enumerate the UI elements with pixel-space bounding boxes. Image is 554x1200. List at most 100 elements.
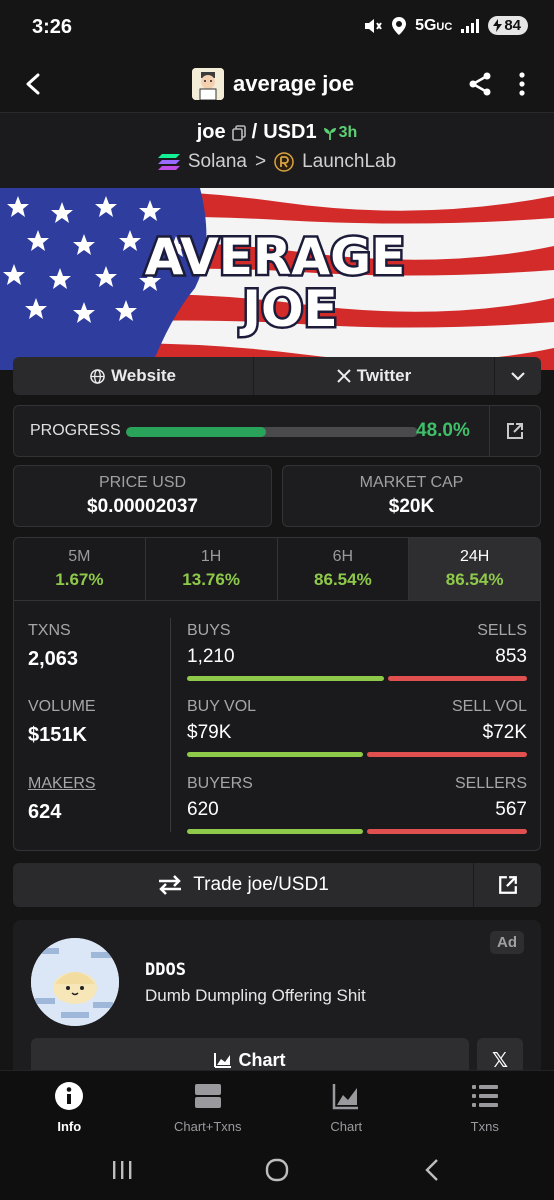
timeframe-stats-card: 5M 1.67% 1H 13.76% 6H 86.54% 24H 86.54% … [13, 537, 541, 851]
mute-icon [365, 18, 382, 33]
buyers-sellers-bar [187, 829, 527, 834]
x-logo-icon [337, 369, 351, 383]
status-icons: 5GUC 84 [363, 16, 528, 35]
price-card: PRICE USD $0.00002037 [13, 465, 272, 527]
trade-bar: Trade joe/USD1 [13, 863, 541, 907]
system-navigation [0, 1140, 554, 1200]
external-link-icon [507, 423, 523, 439]
copy-icon[interactable] [231, 124, 246, 141]
buys-sells-bar [187, 676, 527, 681]
tab-6h[interactable]: 6H 86.54% [278, 538, 410, 600]
progress-track [126, 427, 418, 437]
volume-value: $151K [28, 724, 87, 746]
more-links-button[interactable] [495, 357, 541, 395]
progress-value: 48.0% [416, 420, 470, 441]
trade-external-button[interactable] [474, 863, 541, 907]
tab-change: 1.67% [55, 570, 104, 589]
nav-label: Chart+Txns [173, 1119, 242, 1134]
dex-name[interactable]: LaunchLab [302, 151, 396, 173]
arrow-left-icon [26, 73, 40, 95]
token-banner: AVERAGE JOE [0, 188, 554, 370]
makers-value: 624 [28, 801, 62, 823]
buys-bar [187, 676, 385, 681]
progress-fill [126, 427, 267, 437]
makers-metric[interactable]: MAKERS 624 [28, 775, 96, 824]
timeframe-tabs: 5M 1.67% 1H 13.76% 6H 86.54% 24H 86.54% [14, 538, 540, 601]
progress-external-button[interactable] [490, 406, 540, 456]
chevron-down-icon [511, 371, 525, 381]
status-time: 3:26 [32, 16, 73, 38]
home-icon [265, 1158, 289, 1182]
txns-metric: TXNS 2,063 [28, 622, 78, 671]
launchlab-icon [274, 152, 294, 172]
nav-chart[interactable]: Chart [277, 1071, 416, 1140]
buys-sells-row: BUYS SELLS 1,210 853 [187, 622, 527, 681]
network-label: 5GUC [415, 16, 453, 34]
nav-txns[interactable]: Txns [416, 1071, 554, 1140]
sells-value: 853 [495, 646, 527, 667]
home-button[interactable] [247, 1152, 307, 1188]
buyers-value: 620 [187, 799, 219, 820]
divider [170, 618, 171, 832]
buyers-bar [187, 829, 363, 834]
sell-volume-value: $72K [482, 722, 527, 743]
token-avatar [192, 68, 224, 100]
buyers-label: BUYERS [187, 775, 253, 792]
trade-button[interactable]: Trade joe/USD1 [13, 863, 473, 907]
pair-header: joe / USD1 3h Solana > LaunchLab [0, 112, 554, 188]
ad-name: DDOS [145, 960, 186, 980]
more-button[interactable] [504, 64, 540, 104]
website-button[interactable]: Website [13, 357, 254, 395]
buy-volume-value: $79K [187, 722, 232, 743]
nav-info[interactable]: Info [0, 1071, 139, 1140]
tab-5m[interactable]: 5M 1.67% [14, 538, 146, 600]
tab-24h[interactable]: 24H 86.54% [409, 538, 540, 600]
tab-1h[interactable]: 1H 13.76% [146, 538, 278, 600]
nav-chart-txns[interactable]: Chart+Txns [139, 1071, 278, 1140]
app-bar: average joe [0, 56, 554, 112]
list-icon [471, 1085, 498, 1107]
status-bar: 3:26 5GUC 84 [0, 0, 554, 56]
system-back-button[interactable] [402, 1152, 462, 1188]
makers-label[interactable]: MAKERS [28, 775, 96, 793]
pair-base: joe [196, 121, 226, 143]
share-button[interactable] [460, 64, 500, 104]
chain-name[interactable]: Solana [188, 151, 247, 173]
market-cap-card: MARKET CAP $20K [282, 465, 541, 527]
market-cap-value: $20K [388, 496, 435, 517]
buy-volume-bar [187, 752, 363, 757]
area-chart-icon [214, 1053, 232, 1068]
txns-value: 2,063 [28, 648, 79, 670]
tab-change: 86.54% [445, 570, 504, 589]
ad-badge: Ad [490, 931, 524, 954]
buy-volume-label: BUY VOL [187, 698, 257, 715]
volume-split-bar [187, 752, 527, 757]
pair-separator: / [251, 121, 258, 143]
chart-txns-icon [194, 1084, 221, 1108]
buyers-sellers-row: BUYERS SELLERS 620 567 [187, 775, 527, 834]
nav-label: Txns [470, 1119, 499, 1134]
banner-line1: AVERAGE [145, 228, 406, 286]
tab-label: 24H [459, 548, 490, 565]
twitter-button[interactable]: Twitter [254, 357, 495, 395]
pair-line: joe / USD1 3h [0, 121, 554, 144]
tab-label: 1H [200, 548, 222, 565]
ad-card[interactable]: Ad DDOS Dumb Dumpling Offering Shit Char… [13, 920, 541, 1080]
chain-line: Solana > LaunchLab [0, 151, 554, 173]
info-icon [55, 1082, 84, 1110]
price-label: PRICE USD [98, 474, 187, 491]
sells-bar [388, 676, 527, 681]
back-button[interactable] [14, 64, 54, 104]
back-chevron-icon [425, 1159, 438, 1181]
recent-apps-button[interactable] [92, 1152, 152, 1188]
pair-quote: USD1 [263, 121, 317, 143]
ad-chart-label: Chart [238, 1049, 286, 1070]
chart-icon [333, 1084, 359, 1110]
app-title-group: average joe [192, 64, 354, 104]
sellers-value: 567 [495, 799, 527, 820]
dumpling-logo-image [31, 938, 119, 1026]
sellers-label: SELLERS [454, 775, 527, 792]
tab-change: 13.76% [182, 570, 240, 589]
progress-label: PROGRESS [30, 422, 121, 439]
sell-volume-label: SELL VOL [451, 698, 527, 715]
